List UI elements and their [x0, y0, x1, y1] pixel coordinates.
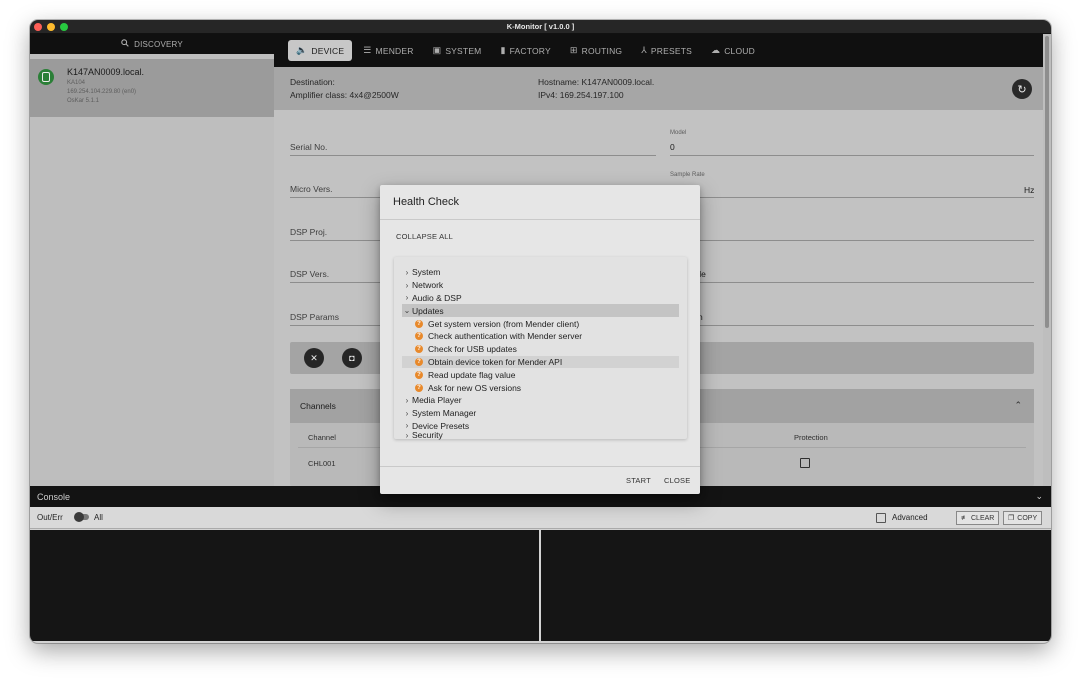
warning-icon: ?	[415, 319, 423, 328]
chevron-right-icon: ›	[405, 421, 409, 431]
copy-button[interactable]: ❐ COPY	[1003, 511, 1043, 525]
tree-item-check[interactable]: ? Get system version (from Mender client…	[402, 317, 679, 330]
chevron-right-icon: ›	[405, 430, 409, 440]
dialog-title: Health Check	[393, 196, 460, 208]
tree-label: Obtain device token for Mender API	[428, 356, 563, 367]
tree-label: Check authentication with Mender server	[428, 331, 583, 342]
warning-icon: ?	[415, 345, 423, 354]
tree-item-system-manager[interactable]: › System Manager	[402, 407, 679, 420]
tree-item-check[interactable]: ? Check authentication with Mender serve…	[402, 330, 679, 343]
console-title: Console	[37, 491, 71, 502]
tree-item-updates[interactable]: ⌄ Updates	[402, 304, 679, 318]
console-output-pane[interactable]	[30, 530, 539, 641]
copy-icon: ❐	[1008, 515, 1015, 522]
tree-label: Security	[412, 430, 443, 441]
dialog-divider	[380, 219, 700, 220]
tree-item-system[interactable]: › System	[402, 266, 679, 279]
tree-label: Ask for new OS versions	[428, 382, 522, 393]
tree-label: Check for USB updates	[428, 344, 517, 355]
tree-item-audio-dsp[interactable]: › Audio & DSP	[402, 292, 679, 305]
clear-icon: ≢	[961, 514, 968, 522]
chevron-down-icon[interactable]: ⌄	[1035, 491, 1043, 502]
warning-icon: ?	[415, 383, 423, 392]
health-check-dialog: Health Check COLLAPSE ALL › System › Net…	[380, 185, 700, 494]
tree-item-check[interactable]: ? Check for USB updates	[402, 343, 679, 356]
chevron-right-icon: ›	[405, 280, 409, 290]
tree-item-check[interactable]: ? Read update flag value	[402, 368, 679, 381]
start-button[interactable]: START	[626, 476, 651, 485]
tree-item-check[interactable]: ? Obtain device token for Mender API	[402, 355, 679, 369]
tree-label: Read update flag value	[428, 369, 516, 380]
outerr-label: Out/Err	[37, 513, 63, 522]
clear-button[interactable]: ≢ CLEAR	[956, 511, 1000, 525]
warning-icon: ?	[415, 370, 423, 379]
warning-icon: ?	[415, 332, 423, 341]
outerr-toggle[interactable]	[74, 512, 89, 522]
copy-label: COPY	[1017, 514, 1038, 522]
tree-label: System	[412, 267, 441, 278]
tree-label: Audio & DSP	[412, 292, 462, 303]
advanced-label: Advanced	[892, 513, 928, 522]
clear-label: CLEAR	[971, 514, 995, 522]
chevron-right-icon: ›	[405, 408, 409, 418]
tree-item-security[interactable]: › Security	[402, 430, 679, 441]
close-button[interactable]: CLOSE	[664, 476, 690, 485]
window-title: K-Monitor [ v1.0.0 ]	[506, 22, 575, 31]
console-error-pane[interactable]	[541, 530, 1051, 641]
health-check-tree: › System › Network › Audio & DSP ⌄ Updat…	[394, 257, 687, 441]
tree-label: Media Player	[412, 395, 462, 406]
toggle-knob	[74, 512, 84, 522]
collapse-all-button[interactable]: COLLAPSE ALL	[396, 232, 453, 241]
tree-label: Network	[412, 280, 444, 291]
tree-label: System Manager	[412, 408, 477, 419]
all-label: All	[94, 513, 103, 522]
tree-item-device-presets[interactable]: › Device Presets	[402, 420, 679, 433]
tree-item-check[interactable]: ? Ask for new OS versions	[402, 381, 679, 394]
chevron-right-icon: ›	[405, 293, 409, 303]
app-window: K-Monitor [ v1.0.0 ] DISCOVERY K147AN000…	[30, 20, 1051, 643]
tree-label: Updates	[412, 305, 444, 316]
tree-label: Get system version (from Mender client)	[428, 318, 580, 329]
warning-icon: ?	[415, 357, 423, 366]
tree-item-media-player[interactable]: › Media Player	[402, 394, 679, 407]
console-toolbar: Out/Err All Advanced ≢ CLEAR ❐ COPY	[30, 507, 1051, 529]
dialog-footer-divider	[380, 466, 700, 467]
chevron-right-icon: ›	[405, 395, 409, 405]
chevron-down-icon: ⌄	[403, 306, 411, 316]
advanced-checkbox[interactable]	[876, 513, 886, 523]
tree-item-network[interactable]: › Network	[402, 279, 679, 292]
title-bar: K-Monitor [ v1.0.0 ]	[30, 20, 1051, 34]
chevron-right-icon: ›	[405, 267, 409, 277]
